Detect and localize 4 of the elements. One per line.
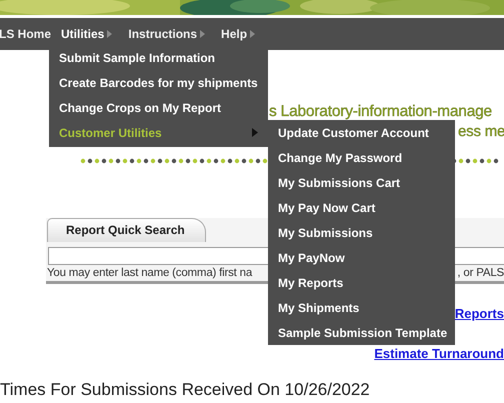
hint-text: , or PALS [457,267,504,279]
page-heading: s Laboratory-information-manage [269,102,492,122]
section-heading: Times For Submissions Received On 10/26/2022 [0,380,371,400]
hint-text: You may enter last name (comma) first na [47,267,252,279]
